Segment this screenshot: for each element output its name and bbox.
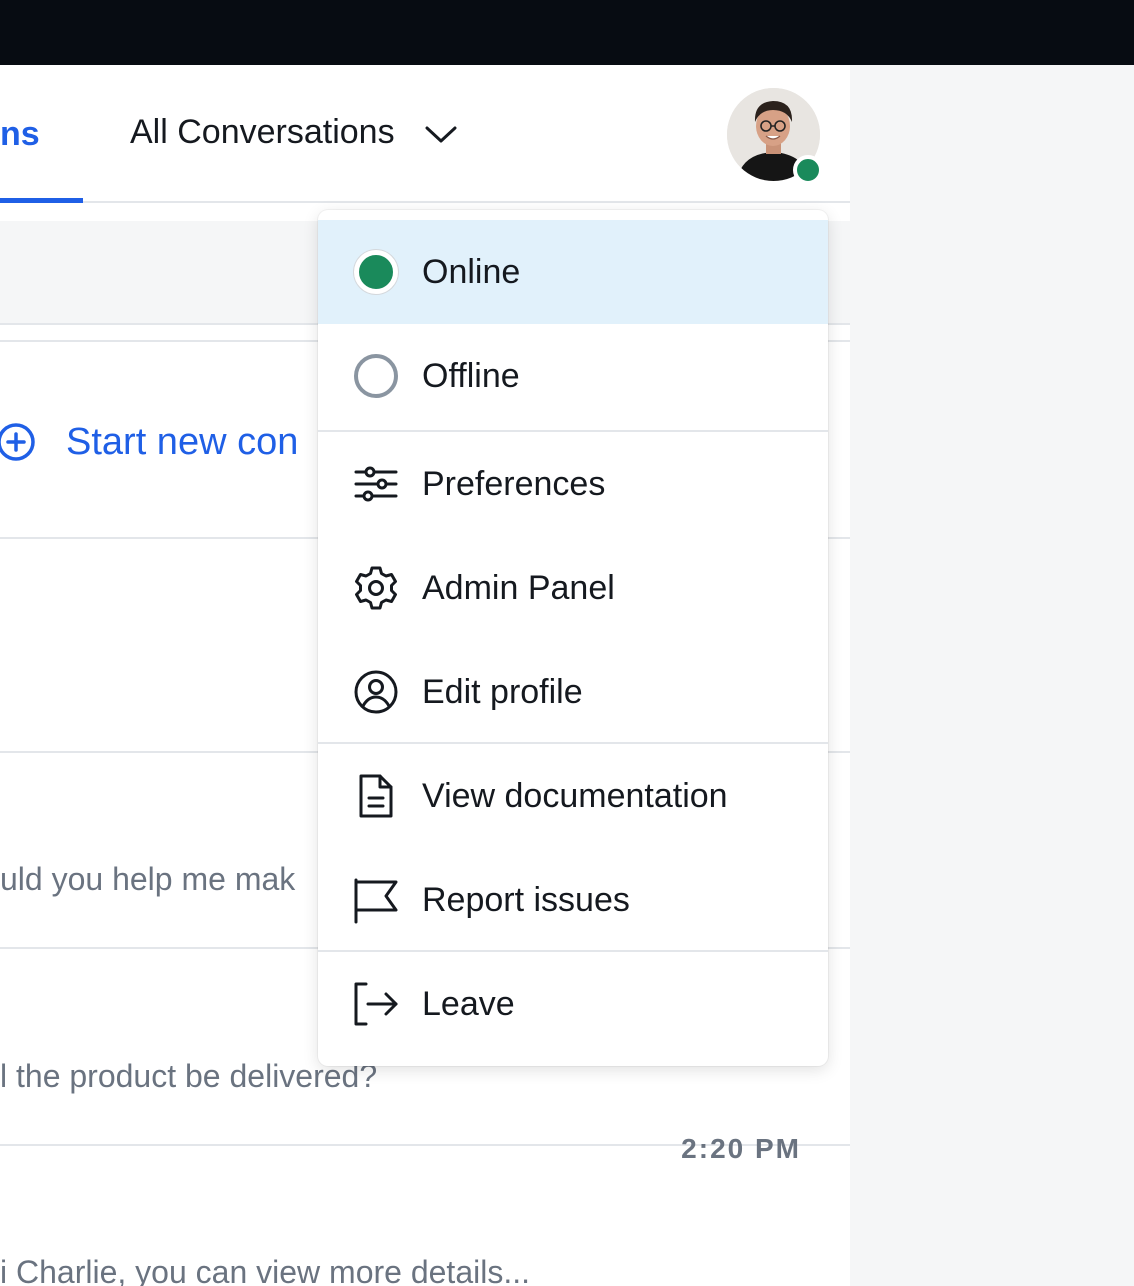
menu-item-label: Offline xyxy=(422,356,520,395)
top-bar xyxy=(0,0,1134,65)
menu-item-edit-profile[interactable]: Edit profile xyxy=(318,640,828,744)
user-status-menu: Online Offline Preferences Admin Panel E… xyxy=(318,210,828,1066)
menu-item-offline[interactable]: Offline xyxy=(318,324,828,428)
menu-item-label: Preferences xyxy=(422,464,606,503)
menu-item-report-issues[interactable]: Report issues xyxy=(318,848,828,952)
gear-icon xyxy=(352,564,400,612)
menu-item-label: Leave xyxy=(422,984,515,1023)
menu-item-admin-panel[interactable]: Admin Panel xyxy=(318,536,828,640)
user-circle-icon xyxy=(352,668,400,716)
conversation-preview[interactable]: i Charlie, you can view more details... xyxy=(0,1254,530,1286)
menu-item-label: View documentation xyxy=(422,776,728,815)
offline-status-icon xyxy=(352,352,400,400)
document-icon xyxy=(352,772,400,820)
sliders-icon xyxy=(352,460,400,508)
flag-icon xyxy=(352,876,400,924)
right-pane xyxy=(850,65,1134,1286)
tab-conversations[interactable]: ns xyxy=(0,115,40,154)
active-tab-indicator xyxy=(0,198,83,203)
conversation-filter-dropdown[interactable]: All Conversations xyxy=(130,113,457,152)
start-new-label: Start new con xyxy=(66,420,299,463)
menu-item-leave[interactable]: Leave xyxy=(318,952,828,1056)
chevron-down-icon xyxy=(425,126,457,142)
conversation-time: 2:20 PM xyxy=(681,1133,801,1164)
menu-item-label: Online xyxy=(422,252,521,291)
menu-item-view-documentation[interactable]: View documentation xyxy=(318,744,828,848)
online-status-icon xyxy=(352,248,400,296)
menu-item-label: Admin Panel xyxy=(422,568,615,607)
start-new-conversation-button[interactable]: Start new con xyxy=(0,420,298,464)
plus-circle-icon xyxy=(0,423,35,461)
menu-item-label: Edit profile xyxy=(422,672,583,711)
menu-item-preferences[interactable]: Preferences xyxy=(318,432,828,536)
menu-item-label: Report issues xyxy=(422,880,630,919)
filter-label: All Conversations xyxy=(130,113,395,151)
panel-header: ns All Conversations xyxy=(0,65,850,203)
menu-item-online[interactable]: Online xyxy=(318,220,828,324)
conversation-preview[interactable]: uld you help me mak xyxy=(0,861,295,898)
online-status-indicator xyxy=(793,155,823,185)
logout-icon xyxy=(352,980,400,1028)
